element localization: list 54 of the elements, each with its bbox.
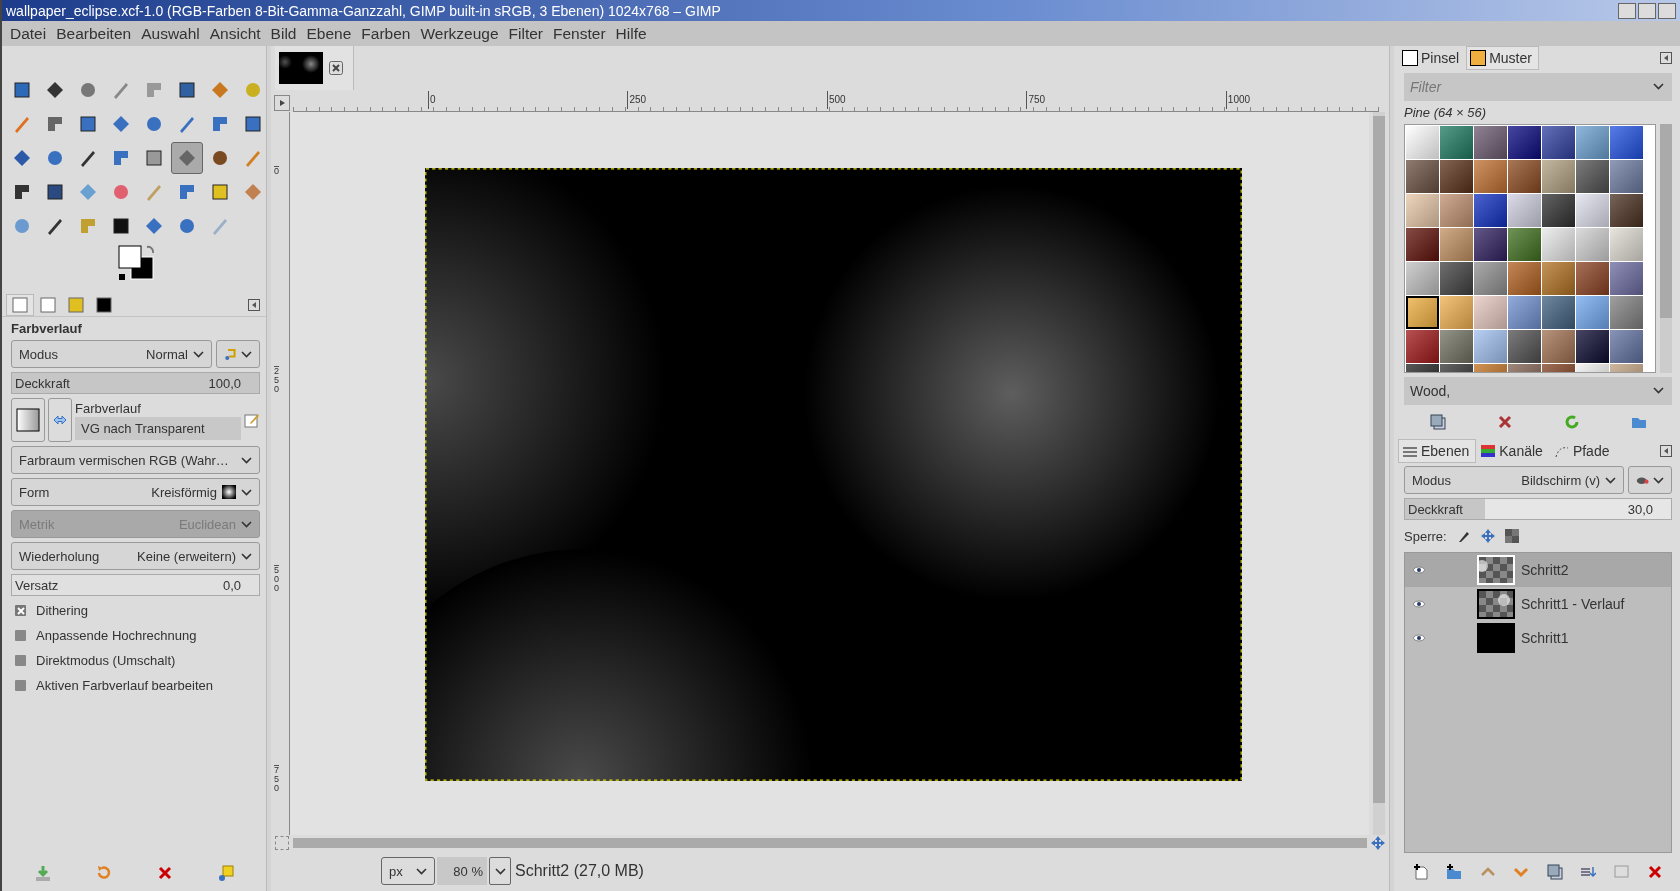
gradient-name: VG nach Transparent [75,416,241,440]
menu-item[interactable]: Farben [357,24,417,43]
checkbox-label: Anpassende Hochrechnung [36,628,197,643]
gradient-label: Farbverlauf [75,400,142,416]
panel-tab[interactable]: Kanäle [1476,439,1550,463]
layer-opacity-slider[interactable]: Deckkraft 30,0 [1404,498,1672,520]
menu-item[interactable]: Ebene [302,24,358,43]
option-dropdown[interactable]: Form Kreisförmig [11,478,260,506]
menu-item[interactable]: Auswahl [137,24,206,43]
panel-tab[interactable]: Pinsel [1398,46,1467,70]
option-dropdown[interactable]: Farbraum vermischen RGB (Wahr… [11,446,260,474]
ruler-label: 250 [274,365,279,394]
tag-field[interactable]: Wood, [1404,377,1672,405]
layer-name: Schritt1 [1521,630,1569,646]
unit-dropdown[interactable]: px [381,857,435,885]
ruler-label: 0 [274,166,279,176]
tool-title: Farbverlauf [11,321,83,336]
menu-item[interactable]: Datei [6,24,53,43]
filter-field[interactable]: Filter [1404,73,1672,101]
layer-row[interactable]: Schritt1 - Verlauf [1405,587,1671,621]
panel-tab[interactable]: Muster [1466,46,1539,70]
ruler-label: 750 [274,764,279,793]
ruler-label: 500 [274,565,279,594]
menu-item[interactable]: Bild [266,24,303,43]
zoom-field[interactable]: 80 % [437,857,487,885]
ruler-label: 250 [627,91,647,109]
ruler-label: 750 [1026,91,1046,109]
lock-label: Sperre: [1404,528,1447,544]
status-text: Schritt2 (27,0 MB) [515,862,644,880]
layer-row[interactable]: Schritt2 [1405,553,1671,587]
offset-spinner[interactable]: Versatz 0,0 [11,574,260,596]
window-title: wallpaper_eclipse.xcf-1.0 (RGB-Farben 8-Bit-Gamma-Ganzzahl, GIMP built-in sRGB, 3 Ebenen) 1024x768 – GIMP [6,2,722,19]
layer-row[interactable]: Schritt1 [1405,621,1671,655]
layer-name: Schritt2 [1521,562,1569,578]
ruler-label: 0 [428,91,436,109]
checkbox-label: Aktiven Farbverlauf bearbeiten [36,678,214,693]
mode-dropdown[interactable]: Modus Normal [11,340,212,368]
menu-item[interactable]: Fenster [549,24,612,43]
checkbox-label: Direktmodus (Umschalt) [36,653,176,668]
layer-name: Schritt1 - Verlauf [1521,596,1625,612]
option-dropdown[interactable]: Wiederholung Keine (erweitern) [11,542,260,570]
checkbox-label: Dithering [36,603,89,618]
panel-tab[interactable]: Ebenen [1398,439,1477,463]
pattern-name: Pine (64 × 56) [1404,105,1488,120]
menu-item[interactable]: Bearbeiten [52,24,138,43]
menu-item[interactable]: Hilfe [611,24,653,43]
panel-tab[interactable]: Pfade [1549,439,1617,463]
ruler-label: 500 [826,91,846,109]
layer-mode-dropdown[interactable]: Modus Bildschirm (v) [1404,466,1624,494]
opacity-slider[interactable]: Deckkraft 100,0 [11,372,260,394]
ruler-label: 1000 [1225,91,1251,109]
menu-item[interactable]: Ansicht [205,24,267,43]
menu-item[interactable]: Werkzeuge [416,24,505,43]
menu-item[interactable]: Filter [504,24,549,43]
